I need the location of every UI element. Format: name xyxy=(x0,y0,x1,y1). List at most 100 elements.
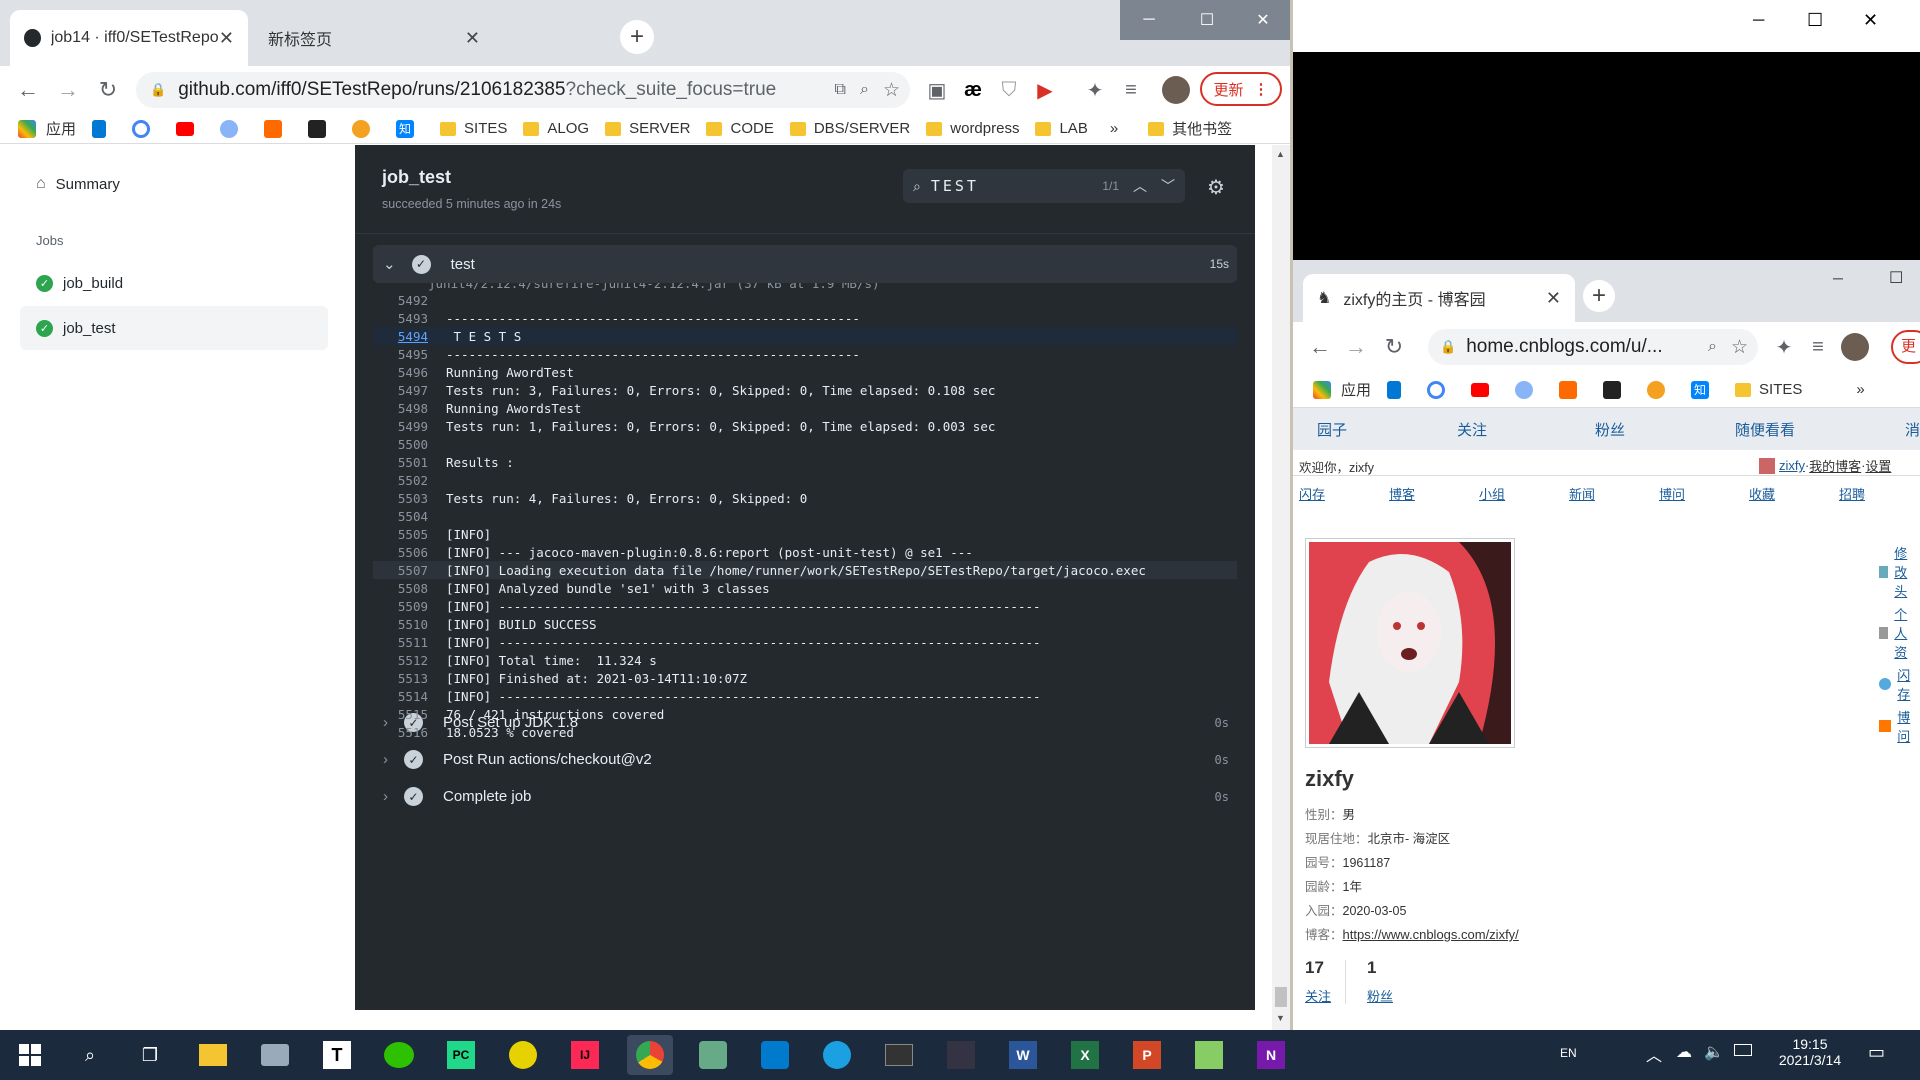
minimize-button[interactable]: ─ xyxy=(1753,12,1764,30)
line-number[interactable]: 5513 xyxy=(373,671,428,686)
bookmark-bing[interactable] xyxy=(92,119,116,138)
app-icon[interactable] xyxy=(255,1035,295,1075)
terminal-icon[interactable] xyxy=(879,1035,919,1075)
fans-link[interactable]: 粉丝 xyxy=(1367,986,1393,1005)
line-number[interactable]: 5505 xyxy=(373,527,428,542)
scroll-up-icon[interactable]: ▲ xyxy=(1276,149,1285,159)
nav-item[interactable]: 关注 xyxy=(1457,419,1487,440)
side-link[interactable]: 个人资 xyxy=(1894,604,1920,661)
back-icon[interactable]: ← xyxy=(12,74,44,106)
side-link[interactable]: 博问 xyxy=(1897,707,1920,745)
line-number[interactable]: 5516 xyxy=(373,725,428,740)
sub-nav-item[interactable]: 收藏 xyxy=(1749,484,1775,503)
follow-link[interactable]: 关注 xyxy=(1305,986,1331,1005)
tab-github-job[interactable]: job14 · iff0/SETestRepo@9f25 ✕ xyxy=(10,10,248,66)
cloud-icon[interactable]: ☁ xyxy=(1676,1042,1692,1062)
bookmark-zhihu[interactable]: 知 xyxy=(1691,380,1719,399)
line-number[interactable]: 5493 xyxy=(373,311,428,326)
bookmark-zhihu[interactable]: 知 xyxy=(396,119,424,138)
chevron-up-icon[interactable]: ︿ xyxy=(1133,176,1147,196)
tab-cnblogs[interactable]: ♞ zixfy的主页 - 博客园 ✕ xyxy=(1303,274,1575,322)
user-link[interactable]: zixfy xyxy=(1779,458,1805,473)
minimize-button[interactable]: ─ xyxy=(1833,270,1843,286)
onenote-icon[interactable]: N xyxy=(1251,1035,1291,1075)
close-icon[interactable]: ✕ xyxy=(219,28,234,49)
settings-link[interactable]: 设置 xyxy=(1865,456,1891,475)
my-blog-link[interactable]: 我的博客 xyxy=(1809,456,1861,475)
wechat-icon[interactable] xyxy=(379,1035,419,1075)
bookmark-bing[interactable] xyxy=(1387,380,1411,399)
new-tab-button[interactable]: + xyxy=(1583,280,1615,312)
app-icon[interactable] xyxy=(503,1035,543,1075)
sub-nav-item[interactable]: 新闻 xyxy=(1569,484,1595,503)
start-button[interactable] xyxy=(10,1035,50,1075)
back-icon[interactable]: ← xyxy=(1305,332,1335,362)
forward-icon[interactable]: → xyxy=(52,74,84,106)
bookmark-youtube[interactable] xyxy=(176,121,204,136)
file-explorer-icon[interactable] xyxy=(193,1035,233,1075)
word-icon[interactable]: W xyxy=(1003,1035,1043,1075)
bookmarks-more-button[interactable]: » xyxy=(1856,381,1864,398)
line-number[interactable]: 5495 xyxy=(373,347,428,362)
reload-icon[interactable]: ↻ xyxy=(92,74,124,106)
log-search-box[interactable]: ⌕ TEST 1/1 ︿ ﹀ xyxy=(903,169,1185,203)
line-number[interactable]: 5499 xyxy=(373,419,428,434)
line-number[interactable]: 5494 xyxy=(373,329,428,344)
chrome-icon[interactable] xyxy=(627,1035,673,1075)
typora-icon[interactable]: T xyxy=(317,1035,357,1075)
vscode-icon[interactable] xyxy=(755,1035,795,1075)
side-link[interactable]: 闪存 xyxy=(1897,665,1920,703)
job-item-test[interactable]: ✓ job_test xyxy=(20,306,328,350)
sub-nav-item[interactable]: 招聘 xyxy=(1839,484,1865,503)
step-header-test[interactable]: ⌄ ✓ test 15s xyxy=(373,245,1237,283)
bookmark-youtube[interactable] xyxy=(1471,382,1499,397)
summary-link[interactable]: ⌂ Summary xyxy=(36,175,120,193)
reload-icon[interactable]: ↻ xyxy=(1379,332,1409,362)
extension-icon[interactable]: æ xyxy=(958,74,988,106)
bookmark-folder-sites[interactable]: SITES xyxy=(440,120,507,137)
sub-nav-item[interactable]: 闪存 xyxy=(1299,484,1325,503)
new-tab-button[interactable]: + xyxy=(620,20,654,54)
search-input[interactable]: TEST xyxy=(931,177,979,195)
bookmark-apps[interactable]: 应用 xyxy=(1313,379,1371,400)
scroll-down-icon[interactable]: ▼ xyxy=(1276,1013,1285,1023)
blog-url-link[interactable]: https://www.cnblogs.com/zixfy/ xyxy=(1343,927,1519,942)
line-number[interactable]: 5497 xyxy=(373,383,428,398)
sub-nav-item[interactable]: 博问 xyxy=(1659,484,1685,503)
bookmark-site[interactable] xyxy=(1515,380,1543,399)
pycharm-icon[interactable]: PC xyxy=(441,1035,481,1075)
bookmark-folder-server[interactable]: SERVER xyxy=(605,120,690,137)
clock[interactable]: 19:15 2021/3/14 xyxy=(1770,1036,1850,1068)
maximize-button[interactable]: ☐ xyxy=(1178,0,1236,40)
avatar[interactable] xyxy=(1162,76,1190,104)
media-icon[interactable]: ≡ xyxy=(1803,332,1833,362)
star-icon[interactable]: ☆ xyxy=(1731,336,1748,359)
nav-item[interactable]: 粉丝 xyxy=(1595,419,1625,440)
powerpoint-icon[interactable]: P xyxy=(1127,1035,1167,1075)
maximize-button[interactable]: ☐ xyxy=(1807,10,1823,31)
line-number[interactable]: 5506 xyxy=(373,545,428,560)
bookmark-site[interactable] xyxy=(1559,380,1587,399)
bookmark-site[interactable] xyxy=(352,119,380,138)
puzzle-icon[interactable]: ✦ xyxy=(1080,74,1110,106)
minimize-button[interactable]: ─ xyxy=(1120,0,1178,40)
line-number[interactable]: 5498 xyxy=(373,401,428,416)
media-icon[interactable]: ≡ xyxy=(1116,74,1146,106)
update-button[interactable]: 更新 ⋮ xyxy=(1200,72,1282,106)
bookmark-folder-wordpress[interactable]: wordpress xyxy=(926,120,1019,137)
volume-icon[interactable]: 🔈 xyxy=(1704,1042,1724,1062)
line-number[interactable]: 5514 xyxy=(373,689,428,704)
nav-item[interactable]: 随便看看 xyxy=(1735,419,1795,440)
bookmark-folder-lab[interactable]: LAB xyxy=(1035,120,1088,137)
translate-icon[interactable]: ⧉ xyxy=(835,81,846,99)
close-window-button[interactable]: ✕ xyxy=(1863,10,1878,31)
line-number[interactable]: 5496 xyxy=(373,365,428,380)
side-link[interactable]: 修改头 xyxy=(1894,543,1920,600)
nav-item[interactable]: 园子 xyxy=(1317,419,1347,440)
line-number[interactable]: 5500 xyxy=(373,437,428,452)
bookmark-apps[interactable]: 应用 xyxy=(18,118,76,139)
shield-icon[interactable]: ⛉ xyxy=(994,74,1024,106)
bookmark-site[interactable] xyxy=(264,119,292,138)
chevron-up-icon[interactable]: ︿ xyxy=(1646,1042,1662,1066)
app-icon[interactable] xyxy=(1189,1035,1229,1075)
